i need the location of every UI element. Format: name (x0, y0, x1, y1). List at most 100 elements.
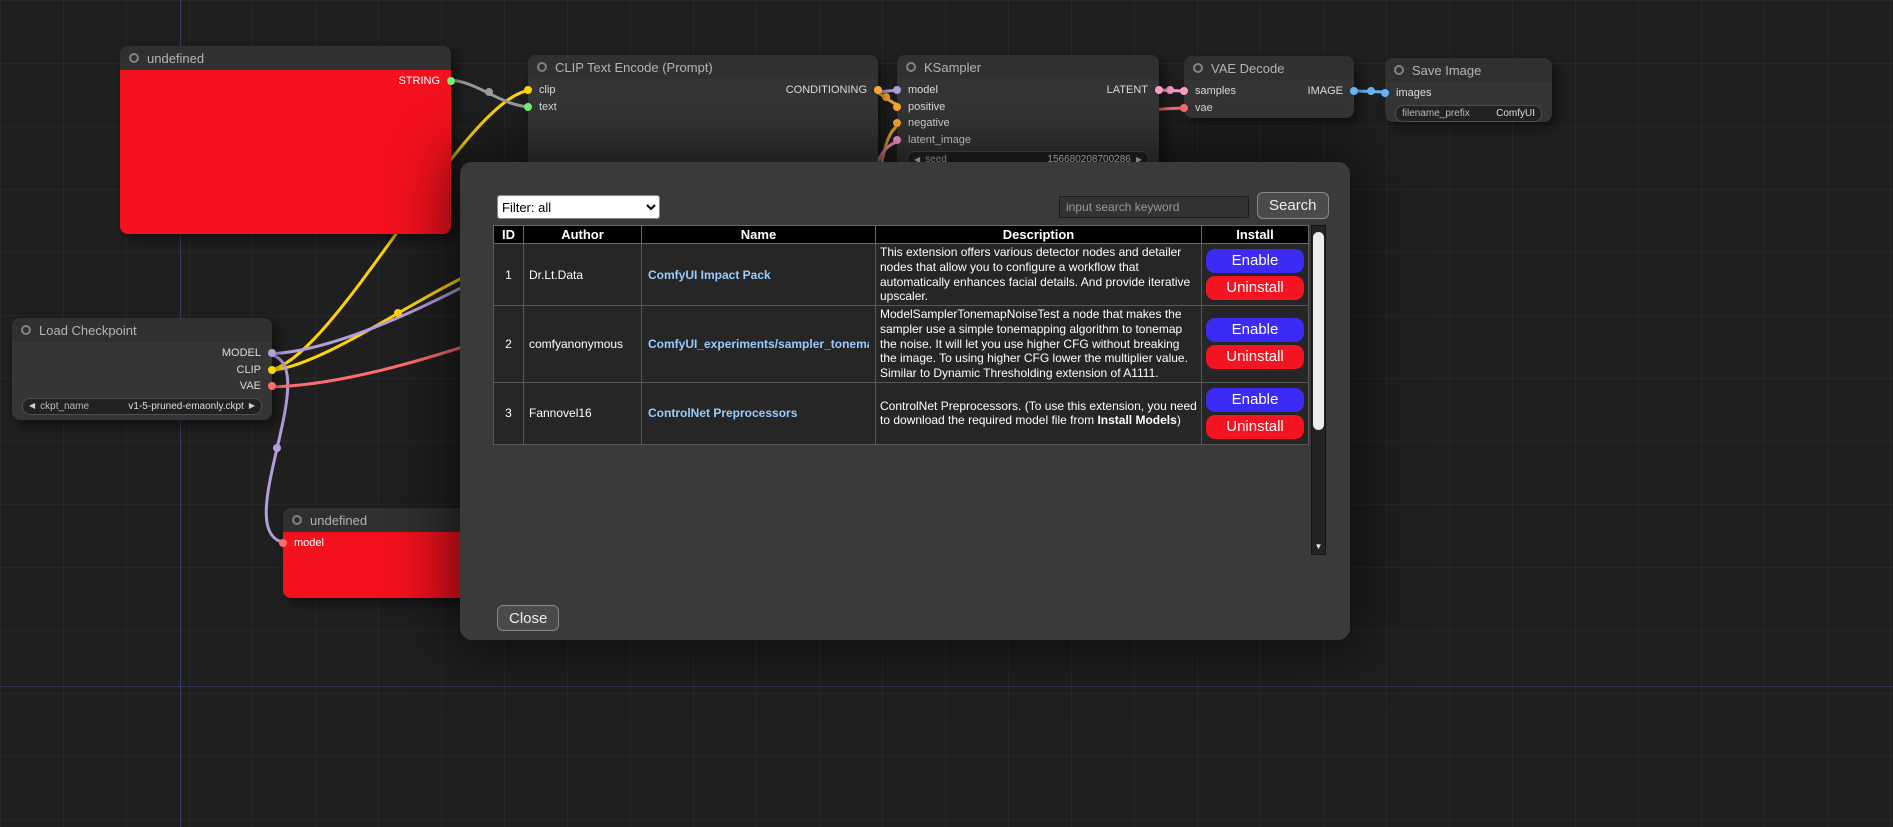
ckpt-name-widget[interactable]: ◀ ckpt_name v1-5-pruned-emaonly.ckpt ▶ (22, 398, 262, 415)
extension-link[interactable]: ControlNet Preprocessors (648, 406, 869, 420)
output-dot-latent[interactable] (1155, 86, 1163, 94)
node-title: VAE Decode (1211, 61, 1284, 76)
output-dot-conditioning[interactable] (874, 86, 882, 94)
node-title: Save Image (1412, 63, 1481, 78)
cell-name: ComfyUI_experiments/sampler_tonemap (642, 306, 876, 383)
node-vae-decode[interactable]: VAE Decode samples vae IMAGE (1184, 56, 1354, 118)
slot-label: STRING (398, 75, 440, 87)
widget-value: ComfyUI (1496, 108, 1535, 119)
column-header-author: Author (524, 226, 642, 244)
slot-label: VAE (240, 380, 261, 392)
node-title: CLIP Text Encode (Prompt) (555, 60, 713, 75)
scrollbar[interactable]: ▼ (1311, 225, 1326, 555)
cell-id: 2 (494, 306, 524, 383)
node-title-bar[interactable]: undefined (120, 46, 451, 70)
collapse-dot-icon[interactable] (292, 515, 302, 525)
close-button[interactable]: Close (497, 605, 559, 631)
slot-label: CONDITIONING (786, 84, 867, 96)
output-dot-image[interactable] (1350, 87, 1358, 95)
node-ksampler[interactable]: KSampler model positive negative latent_… (897, 55, 1159, 175)
node-title: KSampler (924, 60, 981, 75)
cell-install: Enable Uninstall (1202, 382, 1309, 444)
node-title-bar[interactable]: Load Checkpoint (12, 318, 272, 342)
input-dot-model[interactable] (279, 539, 287, 547)
extensions-grid: ID Author Name Description Install 1Dr.L… (493, 225, 1326, 555)
canvas-axis-horizontal (0, 686, 1893, 687)
node-title-bar[interactable]: Save Image (1385, 58, 1552, 82)
collapse-dot-icon[interactable] (129, 53, 139, 63)
uninstall-button[interactable]: Uninstall (1206, 345, 1304, 369)
cell-author: Dr.Lt.Data (524, 244, 642, 306)
output-dot-model[interactable] (268, 349, 276, 357)
output-dot-string[interactable] (447, 77, 455, 85)
column-header-id: ID (494, 226, 524, 244)
slot-label: negative (908, 117, 950, 129)
search-button[interactable]: Search (1257, 192, 1329, 219)
cell-description: This extension offers various detector n… (876, 244, 1202, 306)
widget-value: v1-5-pruned-emaonly.ckpt (128, 401, 243, 412)
table-row: 1Dr.Lt.Data ComfyUI Impact Pack This exten… (494, 244, 1309, 306)
slot-label: vae (1195, 102, 1213, 114)
table-header-row: ID Author Name Description Install (494, 226, 1309, 244)
cell-id: 1 (494, 244, 524, 306)
search-input[interactable] (1059, 196, 1249, 218)
cell-author: Fannovel16 (524, 382, 642, 444)
increment-arrow-icon[interactable]: ▶ (249, 402, 255, 410)
slot-label: text (539, 101, 557, 113)
input-dot-positive[interactable] (893, 103, 901, 111)
input-dot-negative[interactable] (893, 119, 901, 127)
slot-label: CLIP (237, 364, 261, 376)
enable-button[interactable]: Enable (1206, 318, 1304, 342)
decrement-arrow-icon[interactable]: ◀ (29, 402, 35, 410)
node-title: undefined (310, 513, 367, 528)
enable-button[interactable]: Enable (1206, 249, 1304, 273)
cell-install: Enable Uninstall (1202, 306, 1309, 383)
extensions-table: ID Author Name Description Install 1Dr.L… (493, 225, 1309, 445)
column-header-install: Install (1202, 226, 1309, 244)
widget-label: ckpt_name (40, 401, 89, 412)
node-title-bar[interactable]: VAE Decode (1184, 56, 1354, 80)
slot-label: MODEL (222, 347, 261, 359)
extension-link[interactable]: ComfyUI_experiments/sampler_tonemap (648, 337, 869, 351)
input-dot-vae[interactable] (1180, 104, 1188, 112)
enable-button[interactable]: Enable (1206, 388, 1304, 412)
cell-description: ControlNet Preprocessors. (To use this e… (876, 382, 1202, 444)
slot-label: IMAGE (1308, 85, 1343, 97)
node-undefined-top[interactable]: undefined STRING (120, 46, 451, 234)
uninstall-button[interactable]: Uninstall (1206, 276, 1304, 300)
slot-label: LATENT (1107, 84, 1148, 96)
output-dot-vae[interactable] (268, 382, 276, 390)
collapse-dot-icon[interactable] (1394, 65, 1404, 75)
column-header-description: Description (876, 226, 1202, 244)
node-save-image[interactable]: Save Image images filename_prefix ComfyU… (1385, 58, 1552, 122)
cell-install: Enable Uninstall (1202, 244, 1309, 306)
slot-label: model (294, 537, 324, 549)
slot-label: images (1396, 87, 1431, 99)
node-title-bar[interactable]: CLIP Text Encode (Prompt) (528, 55, 878, 79)
uninstall-button[interactable]: Uninstall (1206, 415, 1304, 439)
cell-id: 3 (494, 382, 524, 444)
input-dot-images[interactable] (1381, 89, 1389, 97)
slot-label: latent_image (908, 134, 971, 146)
column-header-name: Name (642, 226, 876, 244)
slot-label: positive (908, 101, 945, 113)
scroll-down-arrow-icon[interactable]: ▼ (1312, 543, 1325, 551)
extension-link[interactable]: ComfyUI Impact Pack (648, 268, 869, 282)
scrollbar-thumb[interactable] (1313, 232, 1324, 430)
filter-select[interactable]: Filter: all (497, 195, 660, 219)
output-dot-clip[interactable] (268, 366, 276, 374)
collapse-dot-icon[interactable] (1193, 63, 1203, 73)
collapse-dot-icon[interactable] (21, 325, 31, 335)
collapse-dot-icon[interactable] (537, 62, 547, 72)
widget-label: filename_prefix (1402, 108, 1470, 119)
input-dot-latent-image[interactable] (893, 136, 901, 144)
node-load-checkpoint[interactable]: Load Checkpoint MODEL CLIP VAE ◀ ckpt_na… (12, 318, 272, 420)
input-dot-text[interactable] (524, 103, 532, 111)
collapse-dot-icon[interactable] (906, 62, 916, 72)
node-title-bar[interactable]: KSampler (897, 55, 1159, 79)
node-title: Load Checkpoint (39, 323, 137, 338)
manager-dialog: Filter: all Search ID Author Name Descri… (460, 162, 1350, 640)
node-graph-canvas[interactable]: undefined STRING CLIP Text Encode (Promp… (0, 0, 1893, 827)
filename-prefix-widget[interactable]: filename_prefix ComfyUI (1395, 105, 1542, 122)
cell-name: ComfyUI Impact Pack (642, 244, 876, 306)
